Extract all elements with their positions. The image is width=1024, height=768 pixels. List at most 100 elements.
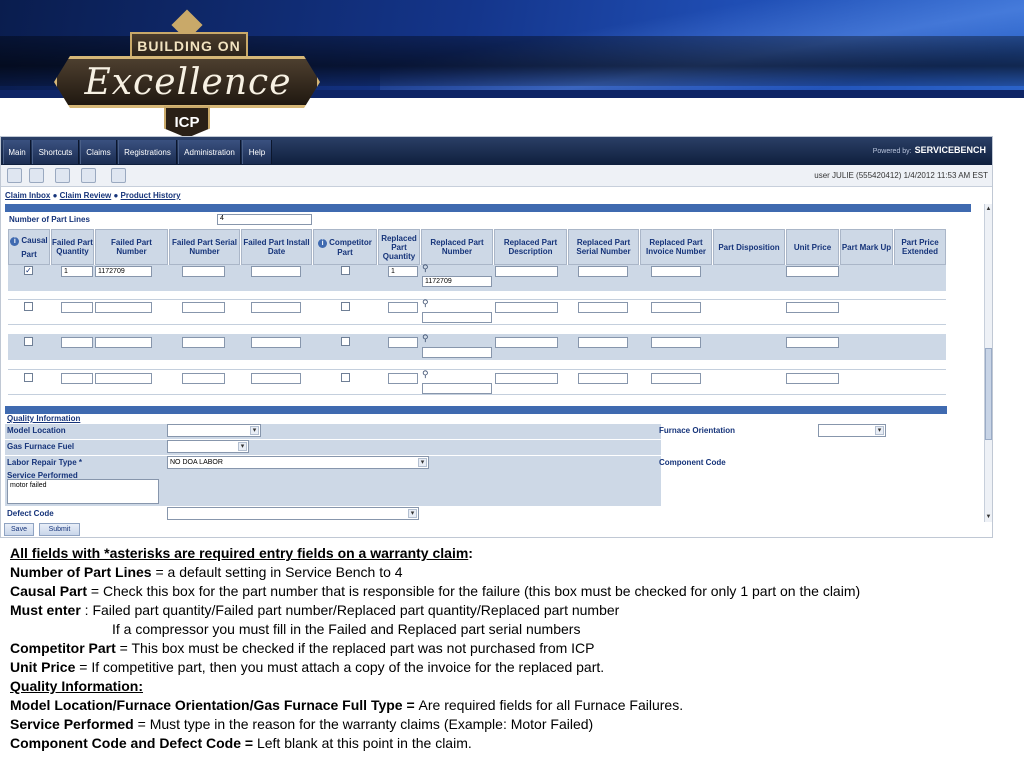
- save-button[interactable]: Save: [4, 523, 34, 536]
- breadcrumb-claim-inbox[interactable]: Claim Inbox: [5, 191, 50, 200]
- number-of-part-lines-input[interactable]: 4: [217, 214, 312, 225]
- menu-help[interactable]: Help: [242, 140, 272, 164]
- replaced-part-invoice-input[interactable]: [651, 302, 701, 313]
- chevron-down-icon: ▾: [875, 426, 884, 435]
- failed-part-quantity-input[interactable]: 1: [61, 266, 93, 277]
- defect-code-select[interactable]: ▾: [167, 507, 419, 520]
- info-icon: i: [10, 236, 20, 246]
- failed-part-number-input[interactable]: 1172709: [95, 266, 152, 277]
- menu-registrations[interactable]: Registrations: [118, 140, 177, 164]
- causal-part-checkbox[interactable]: [24, 337, 33, 346]
- col-competitor-part: i Competitor Part: [313, 229, 377, 265]
- copy-icon[interactable]: [81, 168, 96, 183]
- menu-shortcuts[interactable]: Shortcuts: [32, 140, 79, 164]
- note-text: = a default setting in Service Bench to …: [151, 564, 403, 580]
- breadcrumb-claim-review[interactable]: Claim Review: [60, 191, 112, 200]
- furnace-orientation-select[interactable]: ▾: [818, 424, 886, 437]
- failed-part-serial-input[interactable]: [182, 302, 225, 313]
- failed-part-number-input[interactable]: [95, 302, 152, 313]
- menu-main[interactable]: Main: [3, 140, 31, 164]
- replaced-part-quantity-input[interactable]: [388, 302, 418, 313]
- model-location-select[interactable]: ▾: [167, 424, 261, 437]
- replaced-part-quantity-input[interactable]: [388, 373, 418, 384]
- failed-part-install-date-input[interactable]: [251, 337, 301, 348]
- replaced-part-serial-input[interactable]: [578, 373, 628, 384]
- failed-part-install-date-input[interactable]: [251, 266, 301, 277]
- replaced-part-description-input[interactable]: [495, 337, 558, 348]
- note-text: = Check this box for the part number tha…: [87, 583, 861, 599]
- lookup-icon[interactable]: ⚲: [422, 299, 432, 308]
- info-icon: i: [318, 238, 328, 248]
- note-line: Model Location/Furnace Orientation/Gas F…: [10, 696, 1010, 715]
- replaced-part-invoice-input[interactable]: [651, 337, 701, 348]
- scrollbar-thumb[interactable]: [985, 348, 992, 440]
- lookup-icon[interactable]: ⚲: [422, 370, 432, 379]
- scroll-down-icon[interactable]: ▼: [985, 513, 992, 521]
- note-line: Component Code and Defect Code = Left bl…: [10, 734, 1010, 753]
- competitor-part-checkbox[interactable]: [341, 337, 350, 346]
- replaced-part-quantity-input[interactable]: [388, 337, 418, 348]
- replaced-part-serial-input[interactable]: [578, 337, 628, 348]
- competitor-part-checkbox[interactable]: [341, 266, 350, 275]
- menu-claims[interactable]: Claims: [80, 140, 117, 164]
- replaced-part-number-input[interactable]: [422, 312, 492, 323]
- unit-price-input[interactable]: [786, 266, 839, 277]
- replaced-part-quantity-input[interactable]: 1: [388, 266, 418, 277]
- competitor-part-checkbox[interactable]: [341, 373, 350, 382]
- col-failed-part-serial-number: Failed Part Serial Number: [169, 229, 240, 265]
- breadcrumb: Claim Inbox ● Claim Review ● Product His…: [5, 191, 181, 200]
- replaced-part-invoice-input[interactable]: [651, 373, 701, 384]
- failed-part-quantity-input[interactable]: [61, 337, 93, 348]
- note-text: = This box must be checked if the replac…: [115, 640, 595, 656]
- failed-part-number-input[interactable]: [95, 337, 152, 348]
- failed-part-quantity-input[interactable]: [61, 373, 93, 384]
- unit-price-input[interactable]: [786, 337, 839, 348]
- failed-part-install-date-input[interactable]: [251, 373, 301, 384]
- note-text: Left blank at this point in the claim.: [253, 735, 472, 751]
- labor-repair-type-select[interactable]: NO DOA LABOR ▾: [167, 456, 429, 469]
- scroll-up-icon[interactable]: ▲: [985, 205, 992, 213]
- replaced-part-description-input[interactable]: [495, 266, 558, 277]
- failed-part-number-input[interactable]: [95, 373, 152, 384]
- failed-part-serial-input[interactable]: [182, 266, 225, 277]
- unit-price-input[interactable]: [786, 302, 839, 313]
- service-performed-textarea[interactable]: motor failed: [7, 479, 159, 504]
- note-text: Are required fields for all Furnace Fail…: [418, 697, 684, 713]
- breadcrumb-product-history[interactable]: Product History: [121, 191, 181, 200]
- search-icon[interactable]: [29, 168, 44, 183]
- col-unit-price: Unit Price: [786, 229, 839, 265]
- replaced-part-invoice-input[interactable]: [651, 266, 701, 277]
- menu-administration[interactable]: Administration: [178, 140, 241, 164]
- replaced-part-number-input[interactable]: [422, 383, 492, 394]
- col-part-price-extended: Part Price Extended: [894, 229, 946, 265]
- powered-by-text: Powered by:: [872, 148, 912, 155]
- lookup-icon[interactable]: ⚲: [422, 264, 432, 273]
- causal-part-checkbox[interactable]: [24, 373, 33, 382]
- failed-part-install-date-input[interactable]: [251, 302, 301, 313]
- competitor-part-checkbox[interactable]: [341, 302, 350, 311]
- lookup-icon[interactable]: ⚲: [422, 334, 432, 343]
- replaced-part-serial-input[interactable]: [578, 302, 628, 313]
- replaced-part-number-input[interactable]: 1172709: [422, 276, 492, 287]
- gas-furnace-fuel-select[interactable]: ▾: [167, 440, 249, 453]
- submit-button[interactable]: Submit: [39, 523, 80, 536]
- causal-part-checkbox[interactable]: [24, 302, 33, 311]
- unit-price-input[interactable]: [786, 373, 839, 384]
- replaced-part-number-input[interactable]: [422, 347, 492, 358]
- replaced-part-description-input[interactable]: [495, 373, 558, 384]
- col-replaced-part-number: Replaced Part Number: [421, 229, 493, 265]
- chevron-down-icon: ▾: [418, 458, 427, 467]
- email-icon[interactable]: [111, 168, 126, 183]
- note-heading: Quality Information:: [10, 678, 143, 694]
- failed-part-serial-input[interactable]: [182, 337, 225, 348]
- failed-part-serial-input[interactable]: [182, 373, 225, 384]
- note-term: Unit Price: [10, 659, 76, 675]
- chevron-down-icon: ▾: [408, 509, 417, 518]
- print-icon[interactable]: [55, 168, 70, 183]
- note-text: : Failed part quantity/Failed part numbe…: [80, 602, 620, 618]
- failed-part-quantity-input[interactable]: [61, 302, 93, 313]
- replaced-part-serial-input[interactable]: [578, 266, 628, 277]
- document-icon[interactable]: [7, 168, 22, 183]
- causal-part-checkbox[interactable]: ✓: [24, 266, 33, 275]
- replaced-part-description-input[interactable]: [495, 302, 558, 313]
